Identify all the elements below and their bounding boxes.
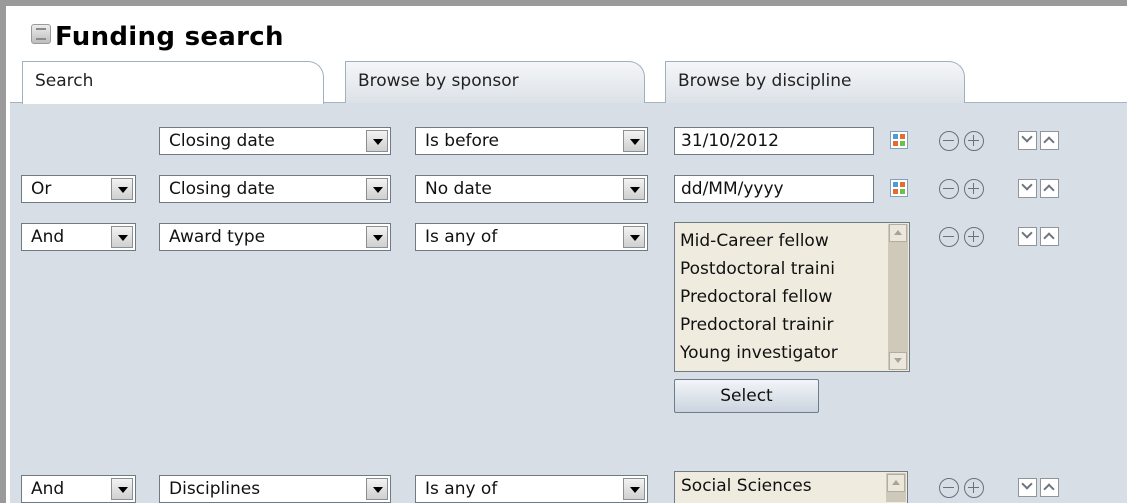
field-select-value: Award type: [169, 227, 266, 247]
select-button[interactable]: Select: [674, 379, 819, 413]
dropdown-arrow-icon[interactable]: [623, 478, 645, 500]
move-up-icon[interactable]: [1040, 179, 1059, 198]
dropdown-arrow-icon[interactable]: [623, 130, 645, 152]
field-select[interactable]: Closing date: [159, 175, 391, 203]
date-input[interactable]: dd/MM/yyyy: [674, 175, 874, 203]
field-select[interactable]: Disciplines: [159, 475, 391, 503]
dropdown-arrow-icon[interactable]: [366, 178, 388, 200]
move-up-icon[interactable]: [1040, 478, 1059, 497]
operator-select-value: Is any of: [425, 227, 498, 247]
list-item[interactable]: Predoctoral trainir: [680, 311, 880, 339]
add-condition-icon[interactable]: [964, 227, 984, 247]
connector-select-value: Or: [31, 179, 52, 199]
window-frame-left: [0, 0, 6, 503]
tab-browse-by-sponsor[interactable]: Browse by sponsor: [345, 61, 645, 103]
dropdown-arrow-icon[interactable]: [111, 478, 133, 500]
date-input[interactable]: 31/10/2012: [674, 127, 874, 155]
tab-browse-by-discipline[interactable]: Browse by discipline: [665, 61, 965, 103]
operator-select[interactable]: Is before: [415, 127, 648, 155]
connector-select-value: And: [31, 479, 65, 499]
disciplines-listbox[interactable]: Social Sciences: [674, 471, 908, 503]
dropdown-arrow-icon[interactable]: [623, 178, 645, 200]
search-panel: [10, 103, 1127, 503]
move-down-icon[interactable]: [1018, 478, 1037, 497]
scroll-up-icon[interactable]: [889, 224, 907, 242]
move-up-icon[interactable]: [1040, 227, 1059, 246]
scroll-up-icon[interactable]: [887, 474, 905, 492]
field-select[interactable]: Closing date: [159, 127, 391, 155]
field-select-value: Closing date: [169, 131, 275, 151]
list-item[interactable]: Predoctoral fellow: [680, 283, 880, 311]
connector-select[interactable]: Or: [21, 175, 136, 203]
date-input-value: 31/10/2012: [681, 131, 779, 151]
date-input-value: dd/MM/yyyy: [681, 179, 784, 199]
dropdown-arrow-icon[interactable]: [366, 130, 388, 152]
dropdown-arrow-icon[interactable]: [111, 178, 133, 200]
remove-condition-icon[interactable]: [939, 478, 959, 498]
window-frame-top: [0, 0, 1127, 6]
move-down-icon[interactable]: [1018, 131, 1037, 150]
dropdown-arrow-icon[interactable]: [366, 226, 388, 248]
panel-icon: [31, 24, 51, 44]
remove-condition-icon[interactable]: [939, 227, 959, 247]
list-item[interactable]: Young investigator: [680, 339, 880, 367]
move-down-icon[interactable]: [1018, 227, 1037, 246]
calendar-icon[interactable]: [890, 179, 908, 197]
add-condition-icon[interactable]: [964, 179, 984, 199]
operator-select[interactable]: Is any of: [415, 223, 648, 251]
tab-search[interactable]: Search: [22, 61, 324, 104]
list-item[interactable]: Postdoctoral traini: [680, 255, 880, 283]
operator-select[interactable]: Is any of: [415, 475, 648, 503]
operator-select-value: No date: [425, 179, 492, 199]
listbox-scrollbar[interactable]: [888, 224, 908, 370]
field-select[interactable]: Award type: [159, 223, 391, 251]
listbox-scrollbar[interactable]: [886, 473, 906, 502]
field-select-value: Closing date: [169, 179, 275, 199]
connector-select[interactable]: And: [21, 223, 136, 251]
operator-select[interactable]: No date: [415, 175, 648, 203]
page-title: Funding search: [55, 22, 284, 52]
connector-select-value: And: [31, 227, 65, 247]
dropdown-arrow-icon[interactable]: [366, 478, 388, 500]
move-down-icon[interactable]: [1018, 179, 1037, 198]
move-up-icon[interactable]: [1040, 131, 1059, 150]
add-condition-icon[interactable]: [964, 131, 984, 151]
remove-condition-icon[interactable]: [939, 179, 959, 199]
list-item[interactable]: Mid-Career fellow: [680, 227, 880, 255]
connector-select[interactable]: And: [21, 475, 136, 503]
operator-select-value: Is before: [425, 131, 499, 151]
calendar-icon[interactable]: [890, 131, 908, 149]
dropdown-arrow-icon[interactable]: [623, 226, 645, 248]
operator-select-value: Is any of: [425, 479, 498, 499]
dropdown-arrow-icon[interactable]: [111, 226, 133, 248]
list-item[interactable]: Social Sciences: [681, 476, 812, 496]
add-condition-icon[interactable]: [964, 478, 984, 498]
remove-condition-icon[interactable]: [939, 131, 959, 151]
field-select-value: Disciplines: [169, 479, 261, 499]
scroll-down-icon[interactable]: [889, 352, 907, 370]
award-type-listbox[interactable]: Mid-Career fellow Postdoctoral traini Pr…: [674, 222, 910, 372]
